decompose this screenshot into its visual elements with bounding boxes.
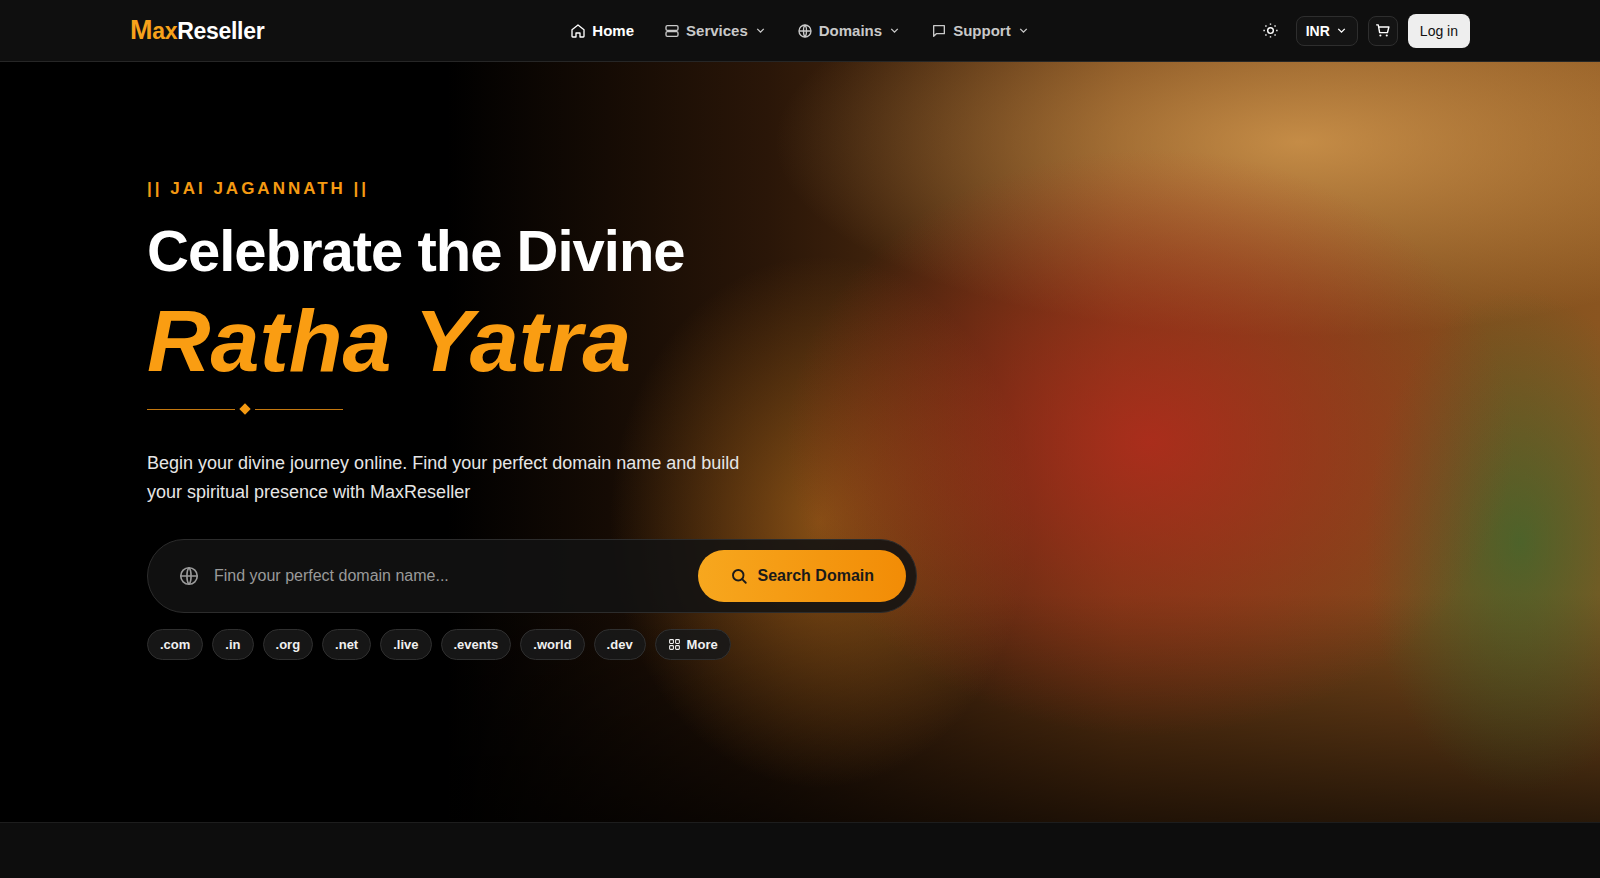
main-nav: Home Services Domains Support bbox=[566, 16, 1033, 45]
header-inner: MaxReseller Home Services Domains Support INR… bbox=[130, 0, 1470, 61]
header: MaxReseller Home Services Domains Support INR… bbox=[0, 0, 1600, 62]
theme-toggle[interactable] bbox=[1256, 16, 1286, 46]
nav-label: Support bbox=[953, 22, 1011, 39]
hero-description: Begin your divine journey online. Find y… bbox=[147, 449, 747, 507]
divider-line bbox=[147, 409, 235, 410]
logo-rest: Reseller bbox=[177, 18, 264, 45]
bottom-strip bbox=[0, 822, 1600, 878]
nav-label: Home bbox=[592, 22, 634, 39]
tld-chip[interactable]: .org bbox=[263, 629, 314, 660]
login-button[interactable]: Log in bbox=[1408, 14, 1470, 48]
nav-label: Domains bbox=[819, 22, 882, 39]
hero: || JAI JAGANNATH || Celebrate the Divine R… bbox=[0, 62, 1600, 822]
tld-chip[interactable]: .net bbox=[322, 629, 371, 660]
server-icon bbox=[664, 23, 680, 39]
nav-item[interactable]: Home bbox=[566, 16, 638, 45]
home-icon bbox=[570, 23, 586, 39]
chevron-down-icon bbox=[1017, 24, 1030, 37]
tld-chip[interactable]: .dev bbox=[594, 629, 646, 660]
nav-item[interactable]: Support bbox=[927, 16, 1034, 45]
nav-item[interactable]: Domains bbox=[793, 16, 905, 45]
logo-mark: M bbox=[130, 15, 152, 46]
header-actions: INR Log in bbox=[1220, 14, 1470, 48]
sun-icon bbox=[1262, 22, 1279, 39]
domain-input[interactable] bbox=[212, 566, 686, 586]
nav-label: Services bbox=[686, 22, 748, 39]
more-chip[interactable]: More bbox=[655, 629, 731, 660]
tld-chip[interactable]: .world bbox=[520, 629, 584, 660]
page: MaxReseller Home Services Domains Support INR… bbox=[0, 0, 1600, 878]
search-domain-button[interactable]: Search Domain bbox=[698, 550, 906, 602]
divider-line bbox=[255, 409, 343, 410]
currency-label: INR bbox=[1306, 23, 1330, 39]
domain-search: Search Domain bbox=[147, 539, 917, 613]
cart-button[interactable] bbox=[1368, 16, 1398, 46]
tld-chip[interactable]: .com bbox=[147, 629, 203, 660]
globe-icon bbox=[797, 23, 813, 39]
search-button-label: Search Domain bbox=[758, 567, 874, 585]
chevron-down-icon bbox=[754, 24, 767, 37]
tld-chip[interactable]: .in bbox=[212, 629, 253, 660]
grid-icon bbox=[668, 638, 681, 651]
chat-icon bbox=[931, 23, 947, 39]
currency-select[interactable]: INR bbox=[1296, 16, 1358, 46]
tld-chips: .com .in .org .net .live .events .world .dev Mor… bbox=[147, 629, 731, 660]
search-icon bbox=[730, 567, 748, 585]
hero-highlight: Ratha Yatra bbox=[147, 293, 643, 390]
more-label: More bbox=[687, 637, 718, 652]
globe-icon bbox=[178, 565, 200, 587]
hero-content: || JAI JAGANNATH || Celebrate the Divine R… bbox=[0, 62, 1600, 660]
nav-item[interactable]: Services bbox=[660, 16, 771, 45]
divider bbox=[147, 405, 343, 413]
hero-photo bbox=[0, 62, 1600, 822]
chevron-down-icon bbox=[1335, 24, 1348, 37]
diamond-icon bbox=[239, 404, 250, 415]
tld-chip[interactable]: .events bbox=[441, 629, 512, 660]
logo[interactable]: MaxReseller bbox=[130, 15, 380, 46]
tld-chip[interactable]: .live bbox=[380, 629, 431, 660]
hero-eyebrow: || JAI JAGANNATH || bbox=[147, 178, 369, 200]
chevron-down-icon bbox=[888, 24, 901, 37]
hero-title: Celebrate the Divine bbox=[147, 218, 685, 285]
logo-accent: ax bbox=[152, 18, 177, 45]
cart-icon bbox=[1374, 22, 1391, 39]
